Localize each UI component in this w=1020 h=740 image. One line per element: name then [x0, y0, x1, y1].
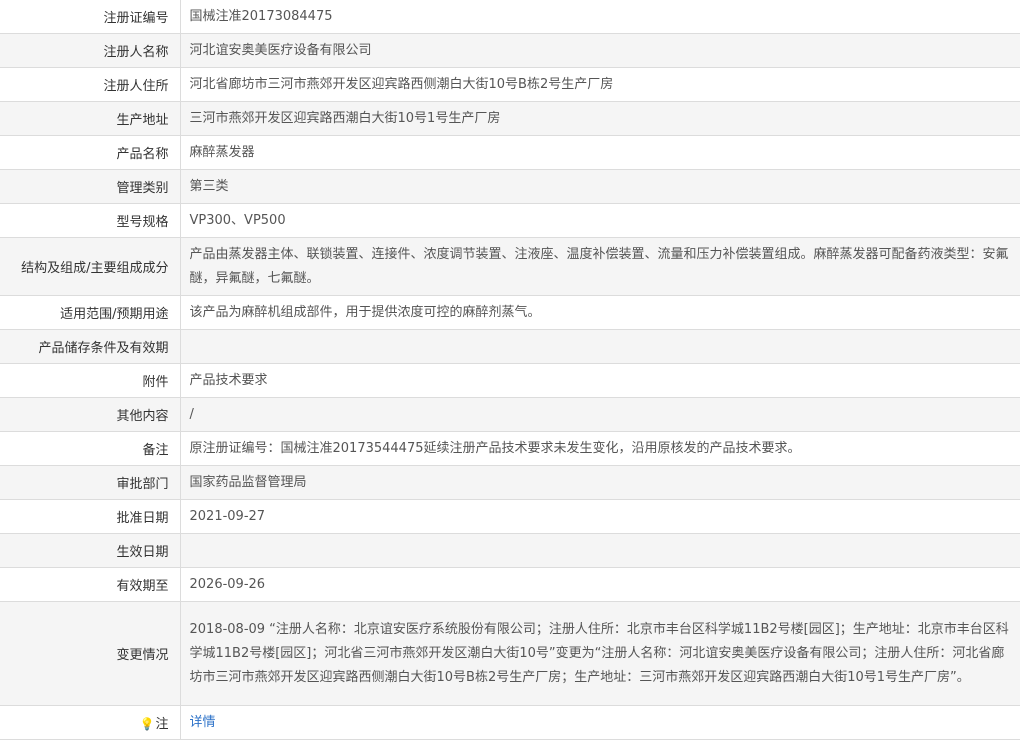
row-label: 注册人名称	[0, 33, 181, 68]
row-approval-date: 批准日期 2021-09-27	[0, 499, 1020, 534]
row-label: 审批部门	[0, 465, 181, 500]
row-value: 河北谊安奥美医疗设备有限公司	[180, 33, 1020, 68]
row-value: 产品技术要求	[189, 372, 268, 388]
details-link[interactable]: 详情	[190, 715, 216, 730]
note-label: 注	[155, 717, 169, 732]
row-label: 产品储存条件及有效期	[0, 329, 181, 364]
row-value: VP300、VP500	[189, 212, 286, 228]
row-label: 其他内容	[0, 397, 181, 432]
row-label: 有效期至	[0, 567, 181, 602]
row-value: 2021-09-27	[189, 508, 266, 524]
row-remarks: 备注 原注册证编号：国械注准20173544475延续注册产品技术要求未发生变化…	[0, 431, 1020, 466]
row-registrant-address: 注册人住所 河北省廊坊市三河市燕郊开发区迎宾路西侧潮白大街10号B栋2号生产厂房	[0, 67, 1020, 102]
row-value: 该产品为麻醉机组成部件，用于提供浓度可控的麻醉剂蒸气。	[189, 304, 541, 320]
row-label: 变更情况	[0, 601, 181, 706]
row-note: 💡注 详情	[0, 705, 1020, 740]
row-value: 原注册证编号：国械注准20173544475延续注册产品技术要求未发生变化，沿用…	[189, 440, 801, 456]
row-value: 国家药品监督管理局	[180, 465, 1020, 500]
row-value: 2018-08-09 “注册人名称：北京谊安医疗系统股份有限公司；注册人住所：北…	[180, 601, 1020, 706]
row-valid-until: 有效期至 2026-09-26	[0, 567, 1020, 602]
row-value: 麻醉蒸发器	[189, 144, 255, 160]
row-effective-date: 生效日期	[0, 533, 1020, 568]
row-value: 河北省廊坊市三河市燕郊开发区迎宾路西侧潮白大街10号B栋2号生产厂房	[189, 76, 614, 92]
row-label: 生效日期	[0, 533, 181, 568]
registration-detail-table: 注册证编号 国械注准20173084475 注册人名称 河北谊安奥美医疗设备有限…	[0, 0, 1020, 740]
row-value: 第三类	[180, 169, 1020, 204]
row-value: 2026-09-26	[189, 576, 266, 592]
row-label: 适用范围/预期用途	[0, 295, 181, 330]
row-value: /	[180, 397, 1020, 432]
row-model-spec: 型号规格 VP300、VP500	[0, 203, 1020, 238]
row-label: 附件	[0, 363, 181, 398]
row-other-content: 其他内容 /	[0, 397, 1020, 432]
row-value	[180, 533, 1020, 568]
lightbulb-icon: 💡	[139, 717, 155, 731]
row-label: 管理类别	[0, 169, 181, 204]
row-approval-department: 审批部门 国家药品监督管理局	[0, 465, 1020, 500]
row-label: 💡注	[0, 705, 181, 740]
row-label: 备注	[0, 431, 181, 466]
row-structure-composition: 结构及组成/主要组成成分 产品由蒸发器主体、联锁装置、连接件、浓度调节装置、注液…	[0, 237, 1020, 296]
row-intended-use: 适用范围/预期用途 该产品为麻醉机组成部件，用于提供浓度可控的麻醉剂蒸气。	[0, 295, 1020, 330]
row-registrant-name: 注册人名称 河北谊安奥美医疗设备有限公司	[0, 33, 1020, 68]
row-value: 详情	[180, 706, 1020, 740]
row-value: 国械注准20173084475	[189, 8, 333, 24]
row-production-address: 生产地址 三河市燕郊开发区迎宾路西潮白大街10号1号生产厂房	[0, 101, 1020, 136]
row-storage-validity: 产品储存条件及有效期	[0, 329, 1020, 364]
row-label: 注册人住所	[0, 67, 181, 102]
row-registration-number: 注册证编号 国械注准20173084475	[0, 0, 1020, 34]
row-label: 注册证编号	[0, 0, 181, 34]
row-label: 结构及组成/主要组成成分	[0, 237, 181, 296]
row-label: 型号规格	[0, 203, 181, 238]
row-attachment: 附件 产品技术要求	[0, 363, 1020, 398]
row-label: 产品名称	[0, 135, 181, 170]
row-value: 产品由蒸发器主体、联锁装置、连接件、浓度调节装置、注液座、温度补偿装置、流量和压…	[180, 237, 1020, 296]
row-product-name: 产品名称 麻醉蒸发器	[0, 135, 1020, 170]
row-change-history: 变更情况 2018-08-09 “注册人名称：北京谊安医疗系统股份有限公司；注册…	[0, 601, 1020, 706]
row-label: 批准日期	[0, 499, 181, 534]
row-label: 生产地址	[0, 101, 181, 136]
row-value: 三河市燕郊开发区迎宾路西潮白大街10号1号生产厂房	[180, 101, 1020, 136]
row-value	[180, 329, 1020, 364]
row-management-category: 管理类别 第三类	[0, 169, 1020, 204]
